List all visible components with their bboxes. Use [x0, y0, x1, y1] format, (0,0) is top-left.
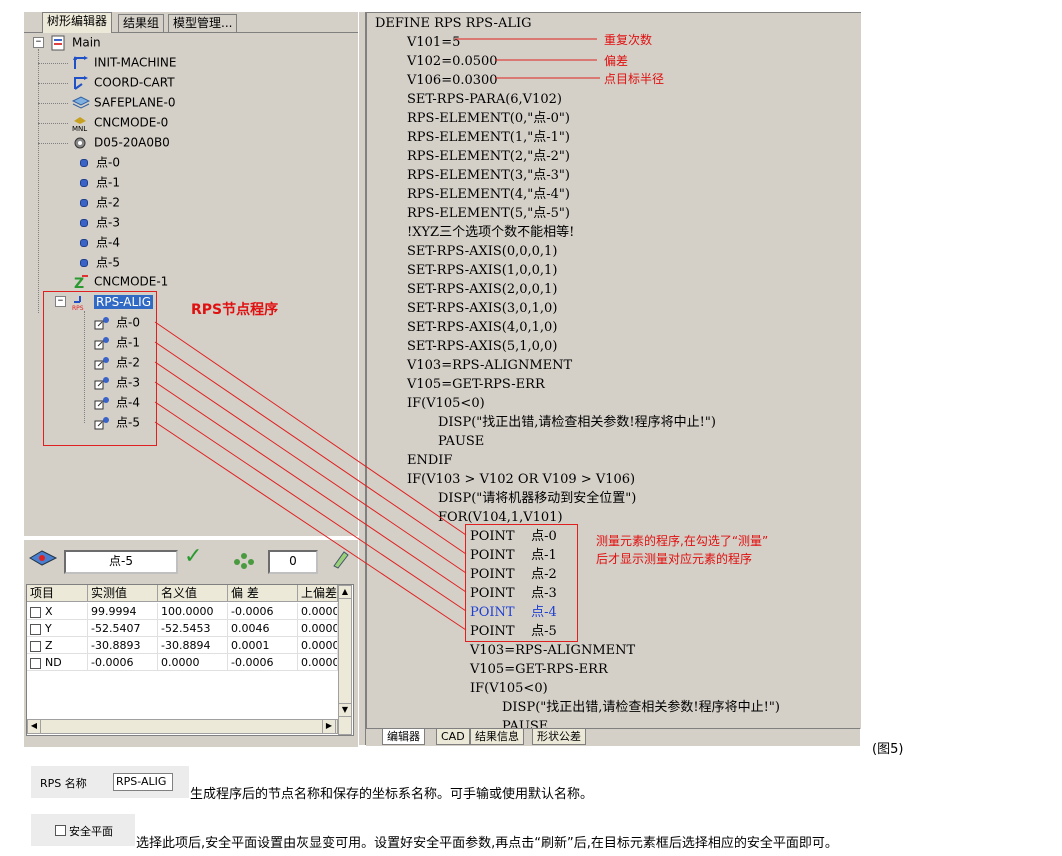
rps-name-label: RPS 名称 — [40, 777, 87, 790]
measure-annotation-line1: 测量元素的程序,在勾选了“测量” — [596, 534, 769, 548]
point-code-highlight-box — [465, 524, 578, 642]
measure-annotation-line2: 后才显示测量对应元素的程序 — [596, 552, 753, 566]
safe-plane-description: 选择此项后,安全平面设置由灰显变可用。设置好安全平面参数,再点击“刷新”后,在目… — [136, 836, 838, 851]
rps-name-description: 生成程序后的节点名称和保存的坐标系名称。可手输或使用默认名称。 — [190, 787, 594, 802]
annotation-lines — [154, 38, 600, 631]
repeat-count-annotation: 重复次数 — [604, 33, 653, 47]
rps-name-input[interactable]: RPS-ALIG — [113, 773, 173, 791]
safe-plane-checkbox[interactable] — [55, 825, 66, 836]
deviation-annotation: 偏差 — [604, 54, 629, 68]
safe-plane-group: 安全平面 — [31, 814, 135, 846]
safe-plane-label: 安全平面 — [69, 825, 113, 838]
figure-label: (图5) — [872, 742, 904, 757]
rps-name-group: RPS 名称 RPS-ALIG — [31, 766, 189, 798]
target-radius-annotation: 点目标半径 — [604, 72, 665, 86]
